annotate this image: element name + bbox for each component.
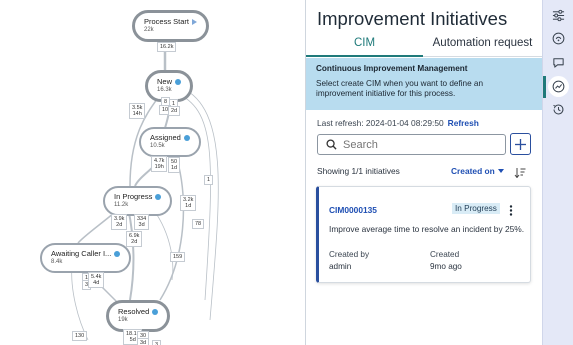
edge-label: 3d bbox=[137, 338, 150, 345]
edge-label: 334 3d bbox=[134, 214, 150, 230]
node-process-start[interactable]: Process Start 22k bbox=[132, 10, 210, 42]
edge-label: 50 1d bbox=[168, 157, 181, 173]
right-rail bbox=[542, 0, 573, 345]
sort-dropdown[interactable]: Created on bbox=[451, 166, 504, 176]
active-indicator bbox=[543, 76, 546, 98]
edge-label: 3.9k 2d bbox=[111, 214, 128, 230]
node-name: Awaiting Caller I... bbox=[51, 249, 112, 258]
status-badge: In Progress bbox=[452, 203, 500, 214]
info-icon bbox=[155, 193, 162, 200]
node-count: 8.4k bbox=[51, 259, 63, 265]
node-count: 16.3k bbox=[157, 87, 172, 93]
last-refresh-text: Last refresh: 2024-01-04 08:29:50 bbox=[317, 118, 444, 128]
created-by-label: Created by bbox=[329, 250, 370, 259]
history-icon bbox=[553, 104, 564, 115]
sort-descending-icon bbox=[514, 168, 526, 179]
tab-bar: CIM Automation request bbox=[306, 37, 542, 57]
node-count: 22k bbox=[144, 27, 154, 33]
info-icon bbox=[114, 250, 121, 257]
initiative-description: Improve average time to resolve an incid… bbox=[329, 224, 525, 234]
search-box[interactable] bbox=[317, 134, 506, 155]
create-cim-button[interactable] bbox=[510, 133, 531, 155]
node-name: New bbox=[157, 77, 173, 86]
edge-label: 4.7k 19h bbox=[151, 156, 168, 172]
info-banner: Continuous Improvement Management Select… bbox=[306, 58, 542, 110]
node-count: 11.2k bbox=[114, 202, 129, 208]
improvement-icon bbox=[552, 80, 565, 93]
edge-label: 159 bbox=[170, 252, 186, 262]
play-icon bbox=[192, 18, 198, 25]
sliders-icon bbox=[552, 9, 565, 22]
tab-automation-request[interactable]: Automation request bbox=[423, 37, 542, 57]
initiative-id-link[interactable]: CIM0000135 bbox=[329, 205, 377, 215]
last-refresh: Last refresh: 2024-01-04 08:29:50 Refresh bbox=[317, 118, 479, 128]
edge-label: 3.5k 14h bbox=[129, 103, 146, 119]
node-name: In Progress bbox=[114, 192, 153, 201]
edge-label: 3.2k 1d bbox=[180, 195, 197, 211]
node-awaiting-caller[interactable]: Awaiting Caller I... 8.4k bbox=[40, 243, 132, 273]
edge-label: 78 bbox=[192, 219, 205, 229]
node-assigned[interactable]: Assigned 10.5k bbox=[139, 127, 201, 157]
rail-button-ai[interactable] bbox=[548, 28, 569, 49]
edge-label: 130 bbox=[72, 331, 88, 341]
node-resolved[interactable]: Resolved 19k bbox=[106, 300, 171, 332]
panel-title: Improvement Initiatives bbox=[317, 8, 508, 29]
edge-label: 6.9k 2d bbox=[126, 231, 143, 247]
info-icon bbox=[175, 78, 182, 85]
search-icon bbox=[326, 139, 337, 150]
node-in-progress[interactable]: In Progress 11.2k bbox=[103, 186, 173, 216]
edge-label: 2d bbox=[168, 106, 181, 116]
kebab-menu-icon bbox=[509, 205, 513, 216]
node-name: Assigned bbox=[150, 133, 181, 142]
rail-button-history[interactable] bbox=[548, 99, 569, 120]
plus-icon bbox=[515, 138, 526, 150]
more-options-button[interactable] bbox=[508, 203, 514, 221]
chat-icon bbox=[553, 58, 564, 68]
node-name: Process Start bbox=[144, 17, 190, 26]
tab-cim[interactable]: CIM bbox=[306, 37, 423, 57]
edge-label: 5.4k 4d bbox=[88, 272, 105, 288]
sort-direction-button[interactable] bbox=[514, 165, 526, 183]
edge-label: 3 bbox=[152, 340, 162, 345]
rail-button-settings[interactable] bbox=[548, 5, 569, 26]
created-value: 9mo ago bbox=[430, 262, 462, 271]
initiative-card[interactable]: CIM0000135 In Progress Improve average t… bbox=[316, 186, 531, 283]
process-map[interactable]: Process Start 22k New 16.3k Assigned 10.… bbox=[0, 0, 306, 345]
rail-button-chat[interactable] bbox=[548, 52, 569, 73]
edge-label: 16.2k bbox=[157, 42, 177, 52]
info-icon bbox=[183, 134, 190, 141]
node-count: 19k bbox=[118, 317, 128, 323]
banner-title: Continuous Improvement Management bbox=[316, 64, 468, 73]
rail-button-improvement[interactable] bbox=[548, 76, 569, 97]
created-label: Created bbox=[430, 250, 460, 259]
caret-down-icon bbox=[497, 169, 504, 173]
process-map-edges bbox=[71, 37, 219, 345]
info-icon bbox=[152, 308, 159, 315]
search-input[interactable] bbox=[343, 138, 493, 151]
created-by-value: admin bbox=[329, 262, 352, 271]
ai-assist-icon bbox=[552, 32, 565, 45]
node-name: Resolved bbox=[118, 307, 150, 316]
refresh-link[interactable]: Refresh bbox=[448, 118, 479, 128]
improvement-initiatives-panel: Improvement Initiatives CIM Automation r… bbox=[306, 0, 542, 345]
edge-label: 1 bbox=[204, 175, 214, 185]
node-count: 10.5k bbox=[150, 143, 165, 149]
sort-label: Created on bbox=[451, 166, 495, 176]
result-count: Showing 1/1 initiatives bbox=[317, 166, 400, 176]
banner-body: Select create CIM when you want to defin… bbox=[316, 79, 484, 98]
